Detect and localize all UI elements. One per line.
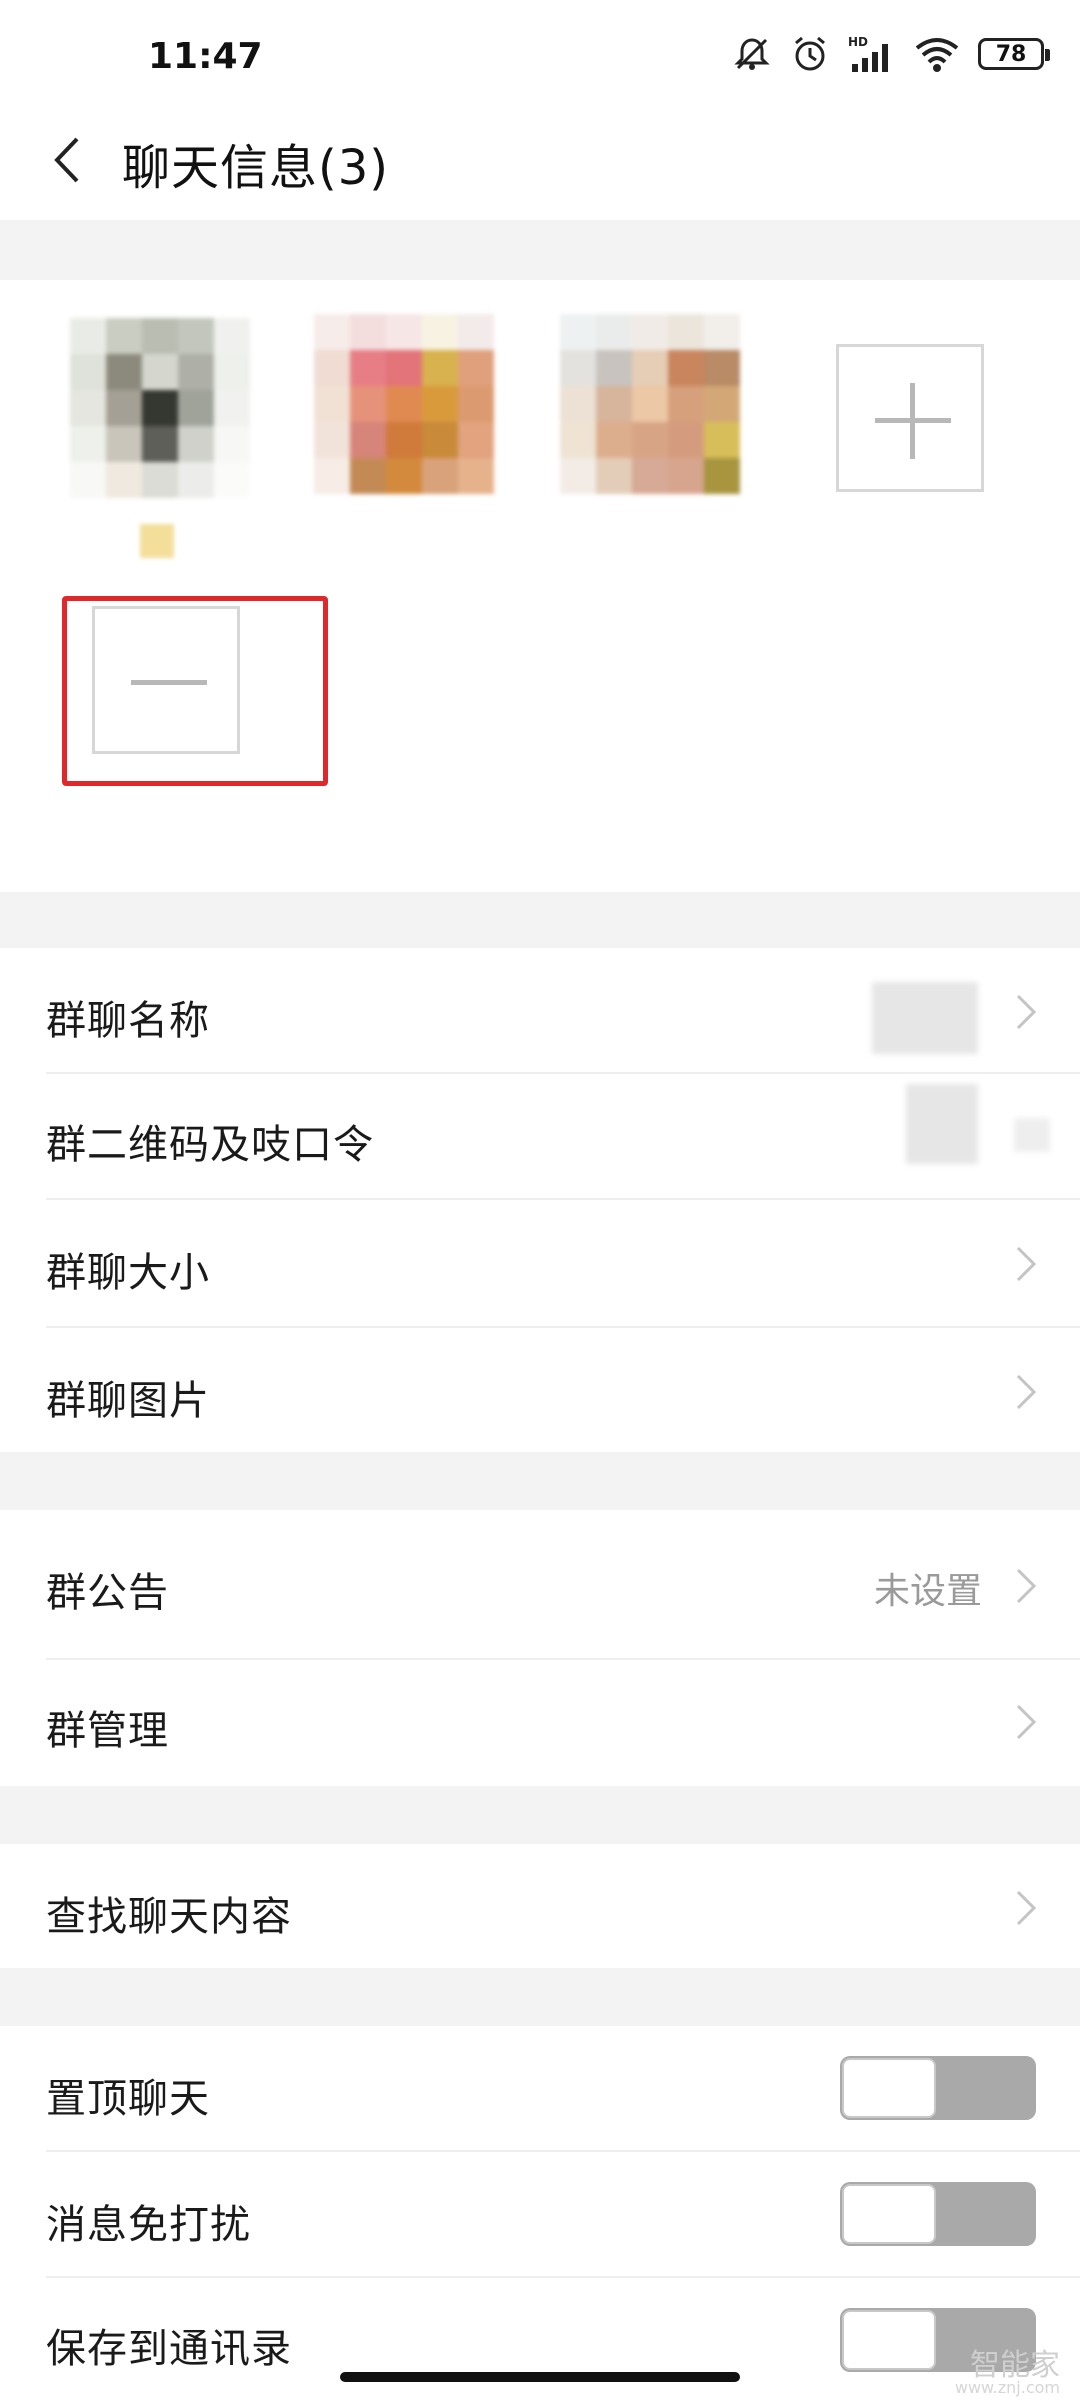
group-picture-label: 群聊图片	[46, 1378, 210, 1424]
chevron-left-icon	[54, 137, 79, 183]
group-qrcode-row[interactable]: 群二维码及吱口令	[0, 1074, 1080, 1200]
member-avatar-3[interactable]	[560, 314, 740, 494]
mute-bell-icon	[732, 34, 772, 74]
highlight-box	[62, 596, 328, 786]
section-gap	[0, 892, 1080, 948]
search-chat-label: 查找聊天内容	[46, 1894, 292, 1940]
group-notice-value: 未设置	[873, 1571, 982, 1612]
group-name-row[interactable]: 群聊名称	[0, 948, 1080, 1074]
group-notice-row[interactable]: 群公告 未设置	[0, 1510, 1080, 1660]
section-gap	[0, 1786, 1080, 1844]
toggle-knob	[842, 2184, 936, 2244]
page-title: 聊天信息(3)	[122, 140, 389, 196]
wifi-icon	[914, 34, 960, 74]
chevron-right-icon	[1014, 1372, 1038, 1412]
member-avatar-2[interactable]	[314, 314, 494, 494]
section-gap	[0, 1452, 1080, 1510]
group-qrcode-extra	[1014, 1118, 1050, 1152]
group-manage-row[interactable]: 群管理	[0, 1660, 1080, 1786]
pin-chat-label: 置顶聊天	[46, 2076, 210, 2122]
status-bar: 11:47 HD 78	[0, 0, 1080, 100]
toggle-knob	[842, 2058, 936, 2118]
battery-icon: 78	[978, 38, 1050, 70]
pin-chat-toggle[interactable]	[840, 2056, 1036, 2120]
back-button[interactable]	[38, 122, 94, 198]
search-chat-row[interactable]: 查找聊天内容	[0, 1844, 1080, 1968]
mute-row: 消息免打扰	[0, 2152, 1080, 2278]
group-name-label: 群聊名称	[46, 998, 210, 1044]
watermark-sub: www.znj.com	[954, 2378, 1060, 2397]
chevron-right-icon	[1014, 1566, 1038, 1606]
chevron-right-icon	[1014, 1244, 1038, 1284]
pin-chat-row: 置顶聊天	[0, 2026, 1080, 2152]
avatar-1-accent	[140, 524, 174, 558]
group-name-value	[872, 982, 978, 1054]
member-avatar-1[interactable]	[70, 318, 250, 498]
save-contacts-label: 保存到通讯录	[46, 2326, 292, 2372]
add-member-button[interactable]	[836, 344, 984, 492]
group-qrcode-value	[906, 1084, 978, 1164]
chevron-right-icon	[1014, 1702, 1038, 1742]
alarm-icon	[790, 34, 830, 74]
group-notice-label: 群公告	[46, 1570, 169, 1616]
hd-signal-icon: HD	[848, 34, 896, 74]
status-time: 11:47	[148, 36, 263, 77]
chevron-right-icon	[1014, 1888, 1038, 1928]
section-gap	[0, 220, 1080, 280]
chevron-right-icon	[1014, 992, 1038, 1032]
section-gap	[0, 1968, 1080, 2026]
home-indicator[interactable]	[340, 2372, 740, 2382]
header: 聊天信息(3)	[0, 100, 1080, 220]
mute-label: 消息免打扰	[46, 2202, 251, 2248]
group-picture-row[interactable]: 群聊图片	[0, 1328, 1080, 1452]
chat-info-page: 11:47 HD 78 聊天信息(3) 群聊名称 群二维码及吱口令 群聊大小 群…	[0, 0, 1080, 2400]
group-size-row[interactable]: 群聊大小	[0, 1200, 1080, 1328]
status-icons: HD 78	[732, 34, 1050, 74]
group-size-label: 群聊大小	[46, 1250, 210, 1296]
group-qrcode-label: 群二维码及吱口令	[46, 1122, 374, 1168]
toggle-knob	[842, 2310, 936, 2370]
hd-label: HD	[848, 35, 868, 49]
mute-toggle[interactable]	[840, 2182, 1036, 2246]
group-manage-label: 群管理	[46, 1708, 169, 1754]
